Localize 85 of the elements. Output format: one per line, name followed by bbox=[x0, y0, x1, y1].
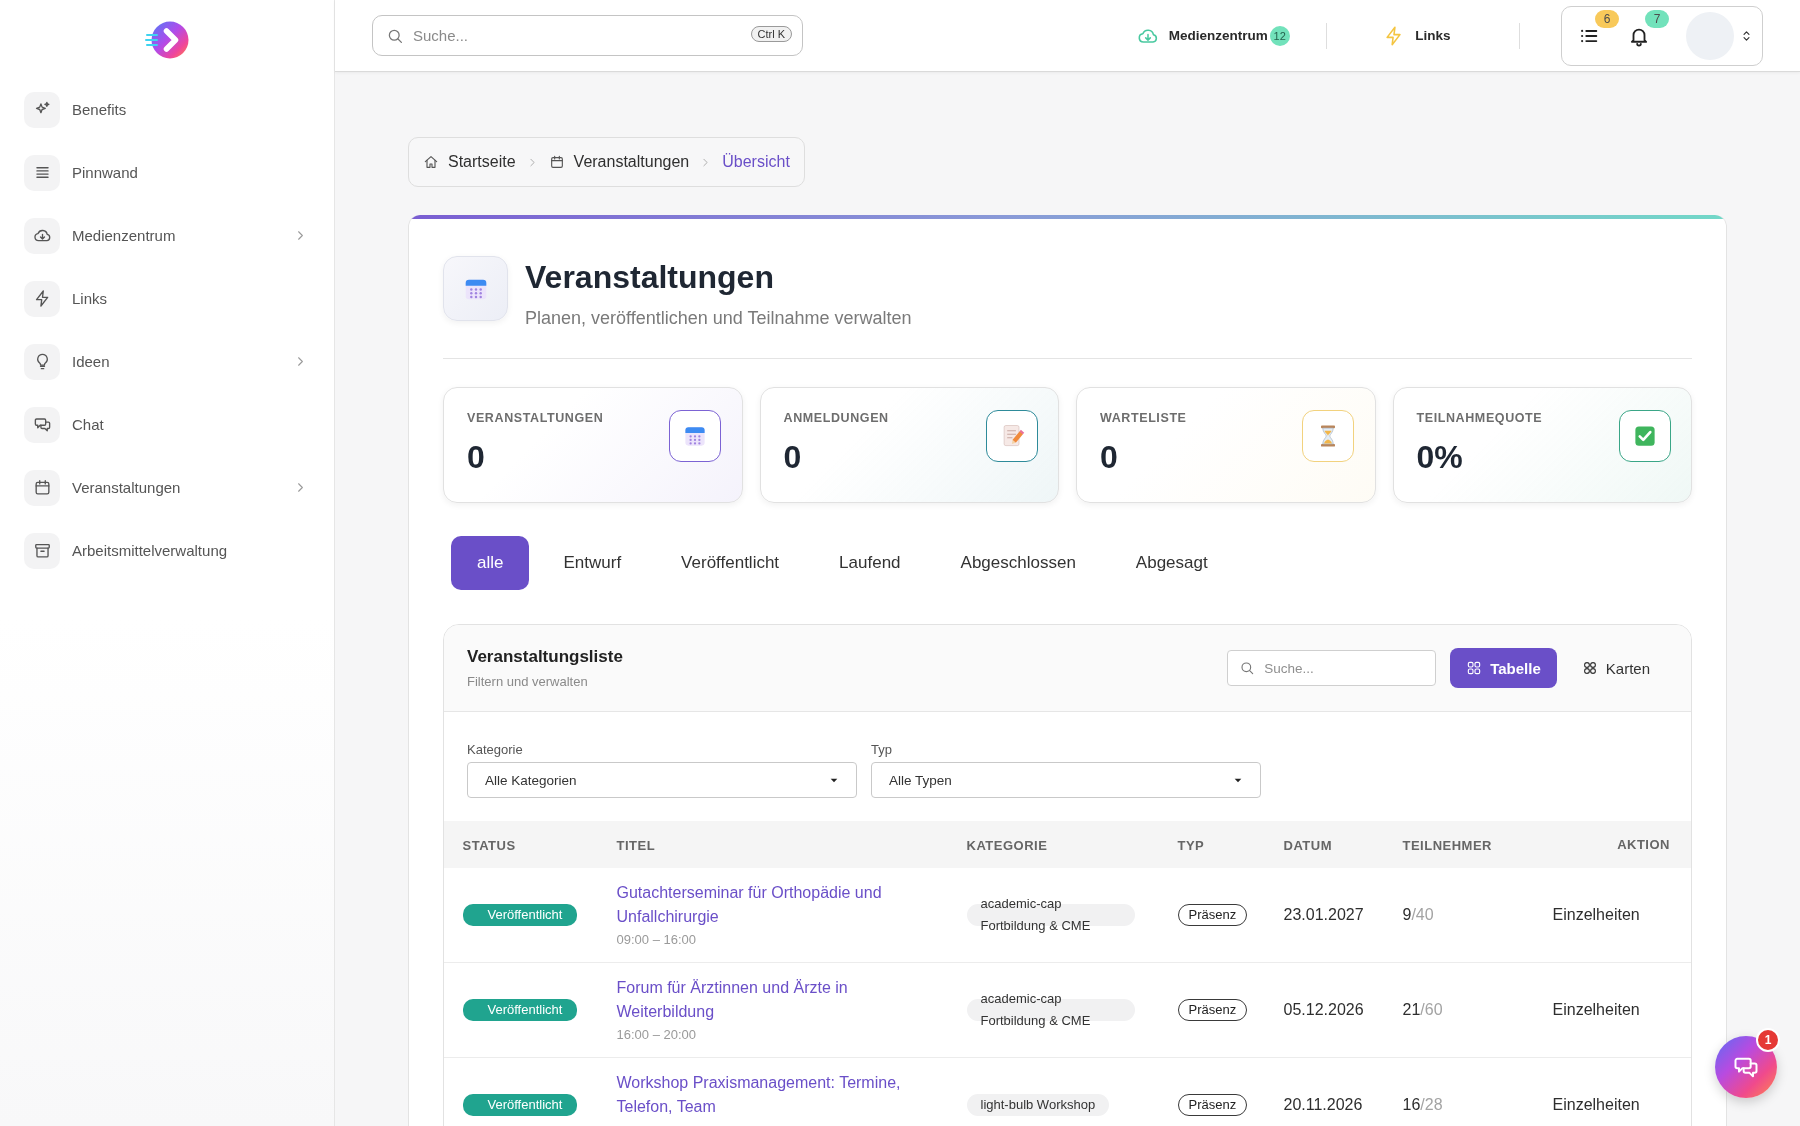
stat-value: 0 bbox=[1100, 438, 1119, 476]
event-date: 20.11.2026 bbox=[1283, 1096, 1363, 1113]
nav-link[interactable]: Medienzentrum 12 bbox=[1136, 24, 1290, 47]
sparkles-icon bbox=[24, 91, 60, 128]
filter-tab[interactable]: Entwurf bbox=[537, 536, 648, 590]
breadcrumb-link[interactable]: Startseite bbox=[423, 153, 516, 171]
category-tag: academic-cap Fortbildung & CME bbox=[966, 988, 1135, 1032]
keyboard-shortcut-hint: Ctrl K bbox=[750, 26, 792, 42]
view-button[interactable]: Karten bbox=[1573, 648, 1658, 688]
column-header: STATUS bbox=[462, 837, 516, 853]
archive-box-icon bbox=[24, 532, 60, 569]
view-button[interactable]: Tabelle bbox=[1450, 648, 1557, 688]
sidebar-item[interactable]: Medienzentrum bbox=[0, 204, 334, 267]
select-field[interactable]: Alle Kategorien bbox=[467, 762, 857, 798]
lightning-bolt-icon bbox=[24, 280, 60, 317]
event-title-link[interactable]: Gutachterseminar für Orthopädie und Unfallchirurgie bbox=[616, 881, 922, 929]
grid-icon bbox=[1466, 660, 1483, 676]
count-badge: 6 bbox=[1595, 9, 1619, 28]
column-header: AKTION bbox=[1616, 837, 1670, 852]
list-subtitle: Filtern und verwalten bbox=[467, 673, 589, 690]
filter-tab[interactable]: Laufend bbox=[813, 536, 927, 590]
details-link[interactable]: Einzelheiten bbox=[1552, 1096, 1640, 1113]
event-title-link[interactable]: Forum für Ärztinnen und Ärzte in Weiterbildung bbox=[616, 976, 922, 1024]
details-link[interactable]: Einzelheiten bbox=[1552, 906, 1640, 923]
stat-label: TEILNAHMEQUOTE bbox=[1416, 410, 1543, 426]
sidebar-item[interactable]: Links bbox=[0, 267, 334, 330]
stat-label: VERANSTALTUNGEN bbox=[467, 410, 604, 426]
column-header: TEILNEHMER bbox=[1402, 837, 1492, 853]
event-time: 09:00 – 16:00 bbox=[616, 931, 697, 949]
filter-tab[interactable]: alle bbox=[451, 536, 530, 590]
sidebar-item[interactable]: Ideen bbox=[0, 330, 334, 393]
stat-value: 0 bbox=[467, 438, 486, 476]
filter-label: Kategorie bbox=[467, 742, 524, 758]
stat-label: ANMELDUNGEN bbox=[783, 410, 889, 426]
notification-badge: 1 bbox=[1756, 1028, 1780, 1052]
participant-count: 21/60 bbox=[1402, 1001, 1443, 1018]
app-logo[interactable] bbox=[145, 19, 189, 61]
home-icon bbox=[423, 154, 439, 170]
category-tag: academic-cap Fortbildung & CME bbox=[966, 893, 1135, 937]
details-link[interactable]: Einzelheiten bbox=[1552, 1001, 1640, 1018]
sidebar-item[interactable]: Pinnwand bbox=[0, 141, 334, 204]
sidebar-item[interactable]: Chat bbox=[0, 393, 334, 456]
status-badge: Veröffentlicht bbox=[462, 904, 578, 926]
stat-value: 0% bbox=[1416, 438, 1464, 476]
column-header: TITEL bbox=[616, 837, 656, 853]
filter-label: Typ bbox=[871, 742, 893, 758]
circles-grid-icon bbox=[1581, 660, 1598, 676]
breadcrumb-link[interactable]: Übersicht bbox=[722, 153, 790, 171]
count-badge: 7 bbox=[1645, 9, 1669, 28]
category-tag: light-bulb Workshop bbox=[966, 1094, 1110, 1116]
page-title: Veranstaltungen bbox=[525, 258, 775, 296]
list-title: Veranstaltungsliste bbox=[467, 646, 623, 668]
page-subtitle: Planen, veröffentlichen und Teilnahme verwalten bbox=[525, 307, 912, 330]
lines-icon bbox=[24, 154, 60, 191]
search-field[interactable]: Suche... bbox=[1227, 650, 1437, 686]
calendar-icon bbox=[24, 469, 60, 506]
status-badge: Veröffentlicht bbox=[462, 1094, 578, 1116]
calendar-icon bbox=[548, 154, 565, 170]
stat-value: 0 bbox=[783, 438, 803, 476]
column-header: KATEGORIE bbox=[966, 837, 1048, 853]
breadcrumb-link[interactable]: Veranstaltungen bbox=[548, 153, 690, 171]
sidebar-item[interactable]: Veranstaltungen bbox=[0, 456, 334, 519]
filter-tab[interactable]: Abgeschlossen bbox=[934, 536, 1102, 590]
event-time: 16:00 – 20:00 bbox=[616, 1026, 697, 1044]
lightbulb-icon bbox=[24, 343, 60, 380]
filter-tab[interactable]: Abgesagt bbox=[1109, 536, 1234, 590]
cloud-download-icon bbox=[24, 217, 60, 254]
event-date: 23.01.2027 bbox=[1283, 906, 1364, 923]
search-icon bbox=[1239, 660, 1256, 676]
sidebar-item[interactable]: Arbeitsmittelverwaltung bbox=[0, 519, 334, 582]
calendar-icon bbox=[443, 256, 508, 321]
status-badge: Veröffentlicht bbox=[462, 999, 578, 1021]
event-title-link[interactable]: Workshop Praxismanagement: Termine, Telefon, Team bbox=[616, 1071, 922, 1119]
sidebar-item[interactable]: Benefits bbox=[0, 78, 334, 141]
column-header: TYP bbox=[1177, 837, 1205, 853]
stat-label: WARTELISTE bbox=[1100, 410, 1187, 426]
participant-count: 9/40 bbox=[1402, 906, 1434, 923]
filter-tab[interactable]: Veröffentlicht bbox=[655, 536, 806, 590]
participant-count: 16/28 bbox=[1402, 1096, 1443, 1113]
nav-link[interactable]: Links bbox=[1383, 24, 1451, 47]
column-header: DATUM bbox=[1283, 837, 1332, 853]
event-date: 05.12.2026 bbox=[1283, 1001, 1364, 1018]
select-field[interactable]: Alle Typen bbox=[871, 762, 1261, 798]
chat-bubbles-icon bbox=[24, 406, 60, 443]
count-badge: 12 bbox=[1269, 25, 1290, 46]
